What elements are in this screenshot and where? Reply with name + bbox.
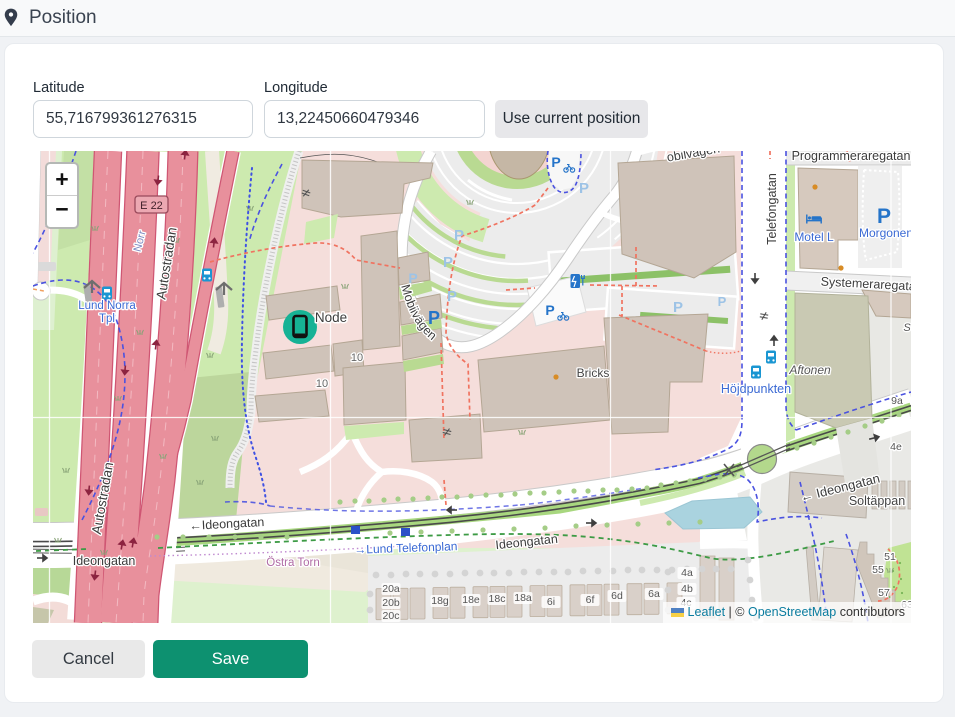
svg-text:20a: 20a [382, 583, 400, 595]
svg-text:6d: 6d [611, 590, 623, 602]
svg-text:E 22: E 22 [140, 200, 163, 212]
svg-text:6a: 6a [648, 588, 660, 600]
svg-text:10: 10 [351, 352, 363, 364]
svg-text:Bricks: Bricks [577, 366, 610, 380]
svg-text:Höjdpunkten: Höjdpunkten [721, 382, 791, 396]
svg-text:Soltäppan: Soltäppan [849, 494, 905, 508]
svg-text:P: P [579, 180, 589, 197]
svg-text:Tpl: Tpl [99, 313, 115, 325]
svg-text:P: P [877, 205, 891, 228]
svg-text:Ideongatan: Ideongatan [73, 554, 136, 568]
svg-text:P: P [673, 299, 683, 316]
svg-text:Lund Norra: Lund Norra [78, 300, 136, 312]
svg-text:P: P [443, 254, 453, 271]
svg-text:6i: 6i [547, 596, 555, 608]
svg-text:4a: 4a [681, 567, 693, 579]
svg-text:57: 57 [878, 587, 890, 599]
svg-text:P: P [447, 288, 457, 305]
svg-text:18e: 18e [462, 594, 480, 606]
svg-text:Morgonen: Morgonen [859, 226, 911, 240]
svg-text:Östra Torn: Östra Torn [266, 557, 319, 569]
svg-text:20c: 20c [383, 610, 400, 622]
svg-text:6f: 6f [586, 594, 595, 606]
svg-text:51: 51 [884, 551, 896, 563]
svg-text:Node: Node [315, 310, 347, 325]
svg-text:P: P [551, 154, 560, 170]
svg-text:P: P [545, 302, 554, 318]
svg-text:Programmeraregatan: Programmeraregatan [792, 151, 911, 163]
svg-text:4b: 4b [681, 583, 693, 595]
svg-text:Telefongatan: Telefongatan [765, 173, 779, 245]
svg-text:P: P [454, 227, 464, 244]
svg-text:P: P [718, 294, 727, 309]
svg-text:20b: 20b [382, 597, 400, 609]
svg-text:9a: 9a [891, 395, 903, 407]
svg-text:4e: 4e [890, 441, 902, 453]
svg-text:10: 10 [316, 378, 328, 390]
svg-text:18g: 18g [431, 595, 449, 607]
svg-text:S: S [903, 322, 911, 334]
svg-text:Aftonen: Aftonen [788, 363, 831, 377]
svg-text:18a: 18a [514, 592, 532, 604]
svg-text:Motel L: Motel L [794, 230, 834, 244]
svg-text:55: 55 [872, 564, 884, 576]
svg-text:18c: 18c [489, 593, 506, 605]
